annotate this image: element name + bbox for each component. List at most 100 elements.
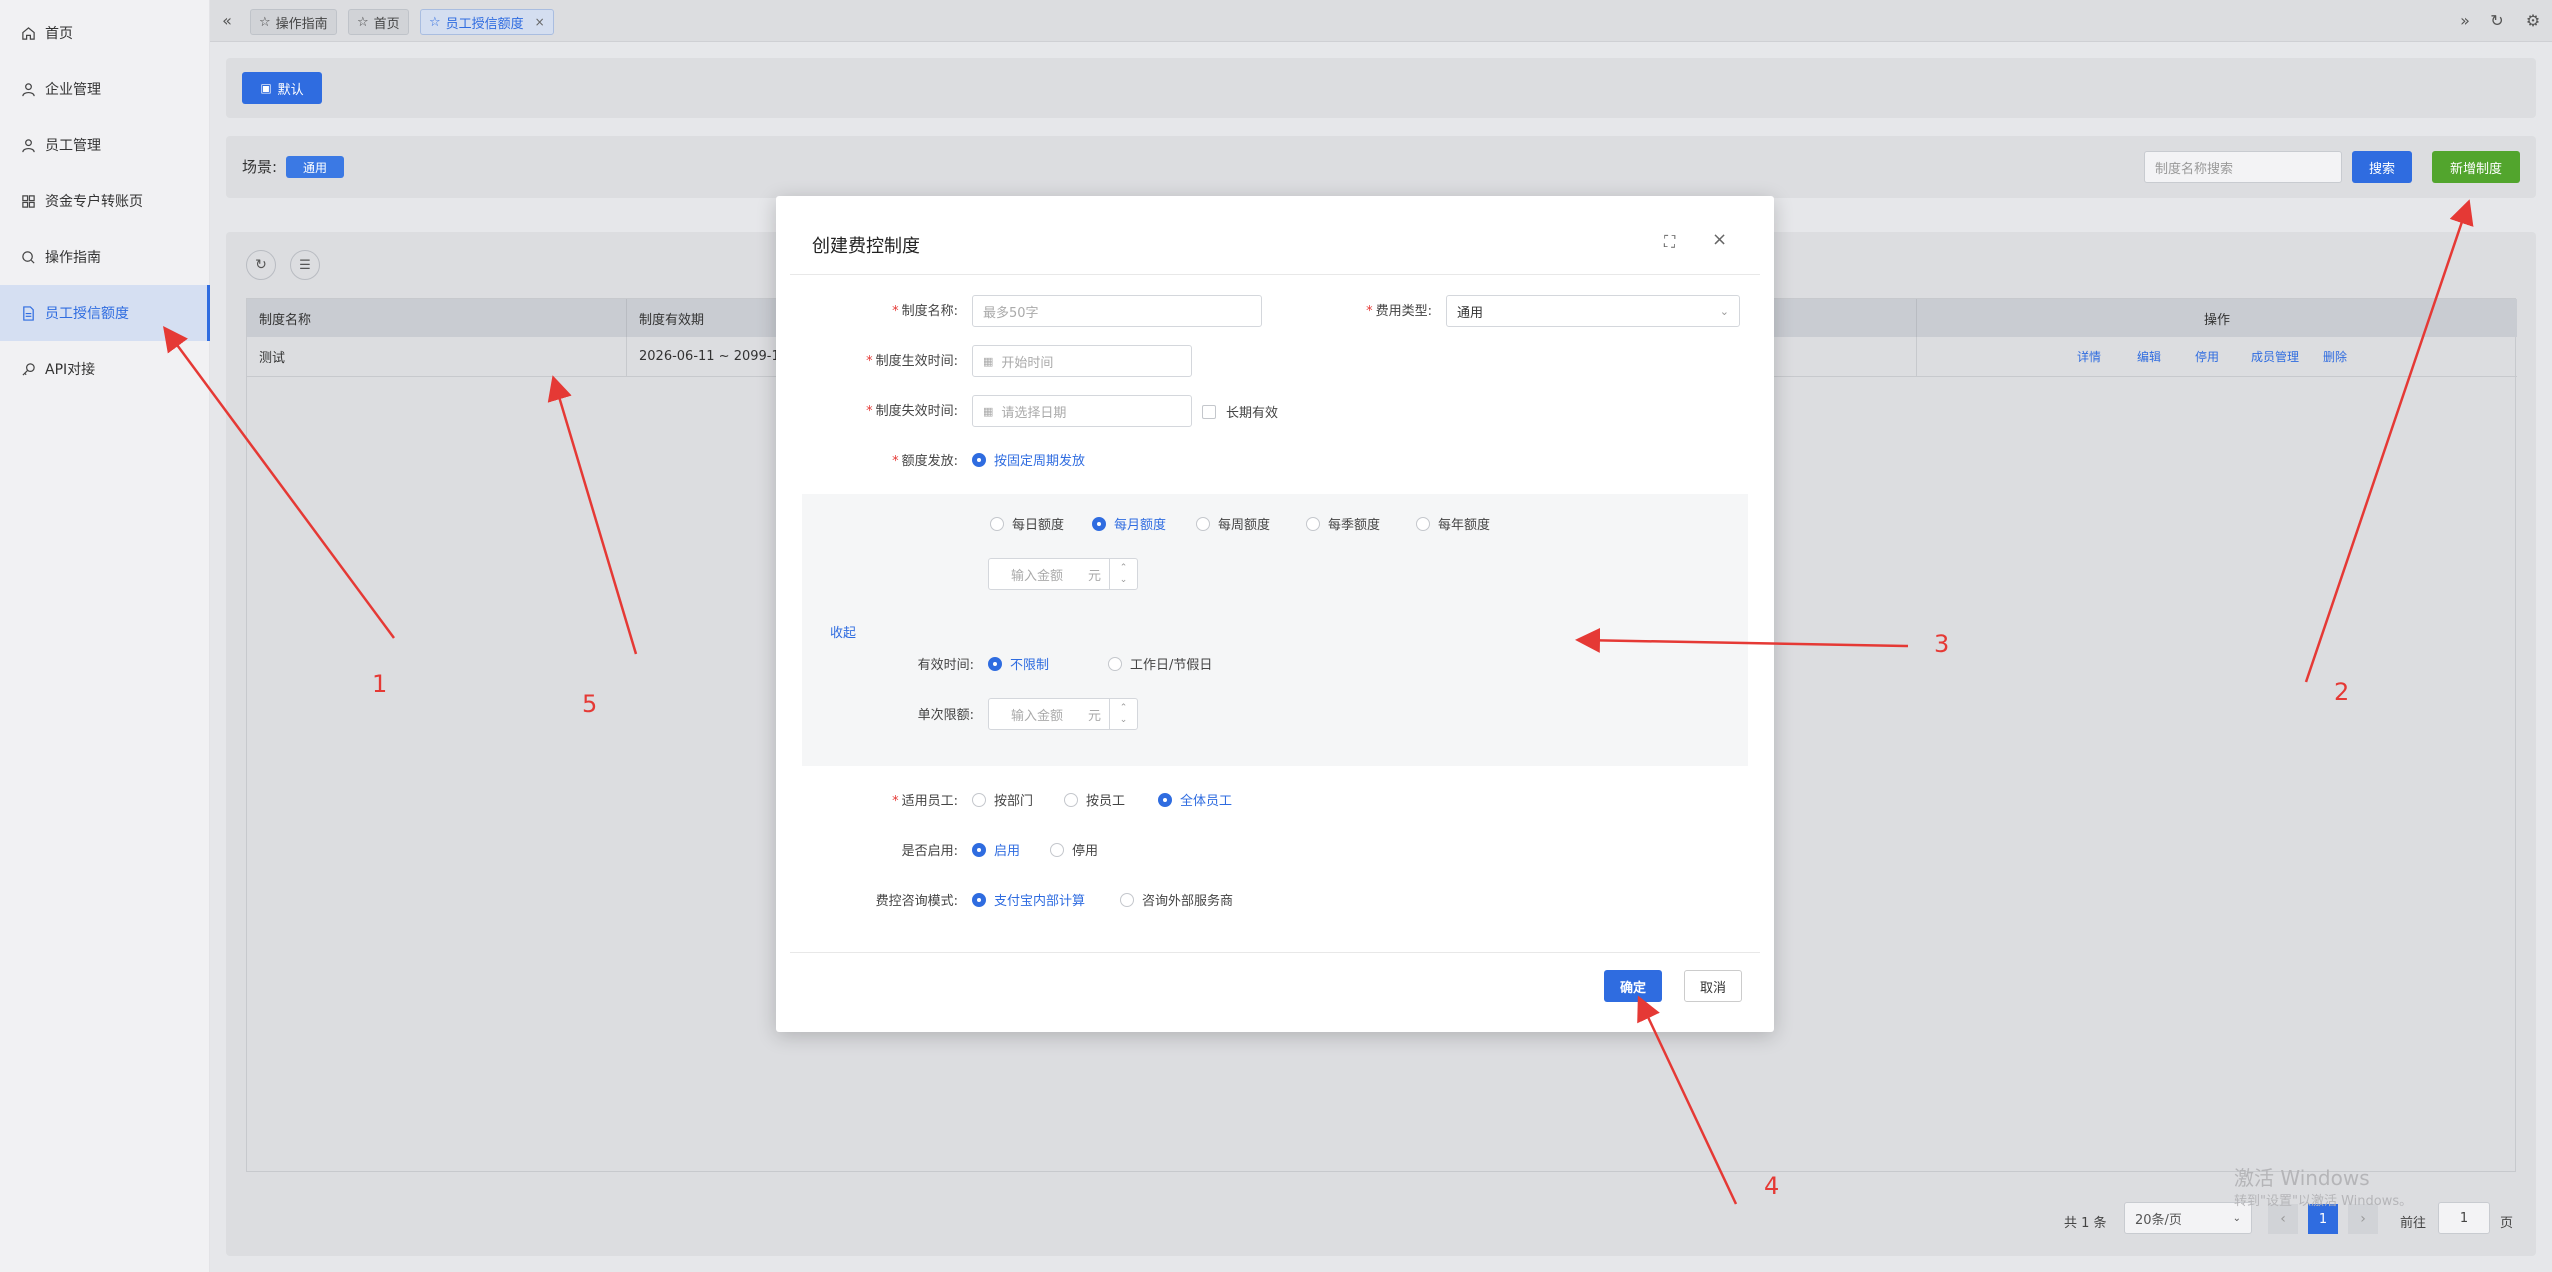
end-time-label: * 制度失效时间: (866, 404, 958, 419)
annotation-label-3: 3 (1934, 630, 1950, 658)
long-term-checkbox[interactable]: 长期有效 (1202, 402, 1278, 421)
sidebar-item-enterprise[interactable]: 企业管理 (0, 61, 210, 117)
goto-page-input[interactable]: 1 (2438, 1202, 2490, 1234)
name-label: * 制度名称: (892, 304, 958, 319)
sidebar-item-home[interactable]: 首页 (0, 5, 210, 61)
fee-type-select[interactable]: 通用 ⌄ (1446, 295, 1740, 327)
scene-label: 场景: (242, 158, 278, 176)
radio-label: 工作日/节假日 (1130, 658, 1213, 673)
fee-type-label: * 费用类型: (1366, 304, 1432, 319)
shop-icon: ▣ (260, 81, 272, 95)
scene-tag[interactable]: 通用 (286, 156, 344, 178)
stepper-icon[interactable]: ⌃ ⌄ (1109, 699, 1137, 729)
close-icon[interactable]: × (1712, 229, 1727, 250)
detail-link[interactable]: 详情 (2077, 348, 2101, 365)
stepper-icon[interactable]: ⌃ ⌄ (1109, 559, 1137, 589)
policy-search-input[interactable]: 制度名称搜索 (2144, 151, 2342, 183)
radio-dot (988, 656, 1002, 671)
tab-label: 首页 (373, 16, 400, 32)
default-button[interactable]: ▣ 默认 (242, 72, 322, 104)
period-monthly-radio[interactable]: 每月额度 (1092, 514, 1166, 533)
quota-detail-panel: 每日额度 每月额度 每周额度 每季额度 每年额度 输入金额 元 ⌃ ⌄ 收起 有效… (802, 494, 1748, 766)
radio-dot (990, 516, 1004, 531)
add-policy-button[interactable]: 新增制度 (2432, 151, 2520, 183)
delete-link[interactable]: 删除 (2323, 348, 2347, 365)
member-management-link[interactable]: 成员管理 (2251, 348, 2299, 365)
period-daily-radio[interactable]: 每日额度 (990, 514, 1064, 533)
radio-dot (972, 792, 986, 807)
radio-dot (1120, 892, 1134, 907)
gear-icon[interactable]: ⚙ (2524, 12, 2542, 30)
refresh-icon[interactable]: ↻ (2488, 12, 2506, 30)
column-header: 操作 (1917, 299, 2517, 337)
policy-name-input[interactable]: 最多50字 (972, 295, 1262, 327)
page-size-value: 20条/页 (2135, 1212, 2182, 1228)
end-placeholder: 请选择日期 (1001, 405, 1067, 421)
column-settings-icon[interactable]: ☰ (290, 250, 320, 280)
edit-link[interactable]: 编辑 (2137, 348, 2161, 365)
period-weekly-radio[interactable]: 每周额度 (1196, 514, 1270, 533)
start-time-label: * 制度生效时间: (866, 354, 958, 369)
tab-home[interactable]: ☆ 首页 (348, 9, 409, 35)
app-root: 首页 企业管理 员工管理 资金专户转账页 操作指南 员工授信额度 API对接 « (0, 0, 2552, 1272)
tab-credit-quota[interactable]: ☆ 员工授信额度 × (420, 9, 554, 35)
sidebar-item-api[interactable]: API对接 (0, 341, 210, 397)
collapse-link[interactable]: 收起 (830, 622, 856, 641)
sidebar-item-guide[interactable]: 操作指南 (0, 229, 210, 285)
valid-time-workday-radio[interactable]: 工作日/节假日 (1108, 654, 1212, 673)
page-size-select[interactable]: 20条/页 ⌄ (2124, 1202, 2252, 1234)
employees-by-employee-radio[interactable]: 按员工 (1064, 790, 1125, 809)
fullscreen-icon[interactable]: ⛶ (1664, 232, 1675, 252)
sidebar-item-label: 首页 (45, 26, 73, 42)
period-quarterly-radio[interactable]: 每季额度 (1306, 514, 1380, 533)
single-limit-input[interactable]: 输入金额 元 ⌃ ⌄ (988, 698, 1138, 730)
amount-placeholder: 输入金额 (1011, 568, 1064, 584)
radio-label: 支付宝内部计算 (994, 894, 1086, 909)
disable-link[interactable]: 停用 (2195, 348, 2219, 365)
mode-external-radio[interactable]: 咨询外部服务商 (1120, 890, 1233, 909)
sidebar-item-credit-quota[interactable]: 员工授信额度 (0, 285, 210, 341)
mode-internal-radio[interactable]: 支付宝内部计算 (972, 890, 1085, 909)
employees-all-radio[interactable]: 全体员工 (1158, 790, 1232, 809)
calendar-icon: ▦ (983, 404, 994, 418)
chevron-down-icon: ⌄ (1719, 304, 1729, 318)
page-suffix: 页 (2500, 1216, 2514, 1231)
enabled-off-radio[interactable]: 停用 (1050, 840, 1098, 859)
end-time-input[interactable]: ▦ 请选择日期 (972, 395, 1192, 427)
sidebar-item-label: 企业管理 (45, 82, 101, 98)
tab-guide[interactable]: ☆ 操作指南 (250, 9, 337, 35)
user-icon (20, 137, 36, 153)
employees-label: * 适用员工: (892, 794, 958, 809)
sidebar-item-employees[interactable]: 员工管理 (0, 117, 210, 173)
expand-right-icon[interactable]: » (2456, 12, 2474, 30)
enabled-on-radio[interactable]: 启用 (972, 840, 1020, 859)
sidebar-item-label: API对接 (45, 362, 96, 378)
collapse-left-icon[interactable]: « (218, 12, 236, 30)
refresh-icon[interactable]: ↻ (246, 250, 276, 280)
start-time-input[interactable]: ▦ 开始时间 (972, 345, 1192, 377)
confirm-button[interactable]: 确定 (1604, 970, 1662, 1002)
toolbar-panel: ▣ 默认 (226, 58, 2536, 118)
grid-icon (20, 193, 36, 209)
annotation-label-5: 5 (582, 690, 598, 718)
quota-fixed-period-radio[interactable]: 按固定周期发放 (972, 450, 1085, 469)
tab-label: 操作指南 (275, 16, 328, 32)
mode-label: 费控咨询模式: (875, 894, 958, 909)
search-button[interactable]: 搜索 (2352, 151, 2412, 183)
filter-panel: 场景: 通用 制度名称搜索 搜索 新增制度 (226, 136, 2536, 198)
tab-label: 员工授信额度 (445, 16, 524, 32)
radio-label: 每月额度 (1114, 518, 1167, 533)
star-icon: ☆ (429, 14, 441, 30)
radio-label: 全体员工 (1180, 794, 1233, 809)
valid-time-unlimited-radio[interactable]: 不限制 (988, 654, 1049, 673)
search-placeholder: 制度名称搜索 (2155, 161, 2234, 177)
employees-by-department-radio[interactable]: 按部门 (972, 790, 1033, 809)
radio-label: 每季额度 (1328, 518, 1381, 533)
radio-dot (1416, 516, 1430, 531)
sidebar-item-fund-transfer[interactable]: 资金专户转账页 (0, 173, 210, 229)
period-amount-input[interactable]: 输入金额 元 ⌃ ⌄ (988, 558, 1138, 590)
period-yearly-radio[interactable]: 每年额度 (1416, 514, 1490, 533)
start-label-text: 制度生效时间: (875, 354, 958, 369)
close-icon[interactable]: × (535, 15, 545, 29)
cancel-button[interactable]: 取消 (1684, 970, 1742, 1002)
